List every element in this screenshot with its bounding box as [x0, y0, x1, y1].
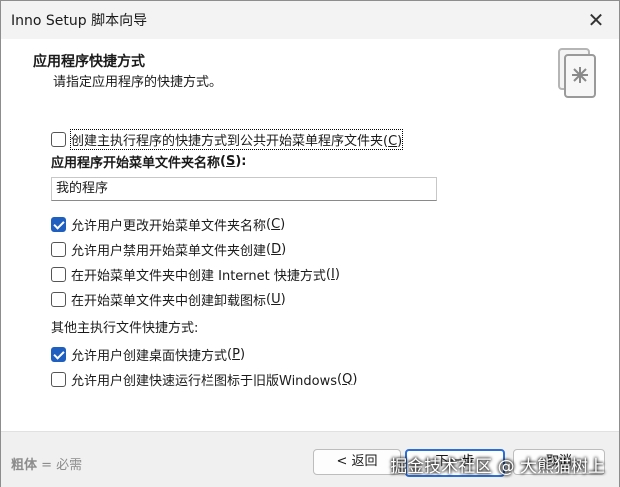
close-icon[interactable]: ✕ — [583, 7, 609, 33]
wizard-window: Inno Setup 脚本向导 ✕ 应用程序快捷方式 请指定应用程序的快捷方式。… — [0, 0, 620, 487]
allow-disable-folder-row[interactable]: 允许用户禁用开始菜单文件夹创建(D) — [51, 239, 286, 259]
desktop-shortcut-row[interactable]: 允许用户创建桌面快捷方式(P) — [51, 344, 245, 364]
title-bar: Inno Setup 脚本向导 ✕ — [1, 1, 619, 39]
quicklaunch-checkbox[interactable] — [51, 371, 66, 387]
wizard-content: 创建主执行程序的快捷方式到公共开始菜单程序文件夹(C) 应用程序开始菜单文件夹名… — [1, 111, 619, 431]
page-title: 应用程序快捷方式 — [33, 54, 145, 70]
wizard-footer: 粗体 = 必需 < 返回 下一步 取消 掘金技术社区 @ 大熊猫树上 — [1, 431, 619, 487]
window-title: Inno Setup 脚本向导 — [11, 13, 148, 29]
public-shortcut-checkbox[interactable] — [51, 131, 66, 147]
page-subtitle: 请指定应用程序的快捷方式。 — [53, 75, 223, 90]
uninstall-icon-row[interactable]: 在开始菜单文件夹中创建卸载图标(U) — [51, 289, 286, 309]
uninstall-icon-checkbox[interactable] — [51, 291, 66, 307]
other-shortcuts-label: 其他主执行文件快捷方式: — [51, 321, 199, 336]
public-shortcut-checkbox-row[interactable]: 创建主执行程序的快捷方式到公共开始菜单程序文件夹(C) — [51, 128, 404, 150]
public-shortcut-label[interactable]: 创建主执行程序的快捷方式到公共开始菜单程序文件夹(C) — [69, 128, 404, 150]
wizard-header: 应用程序快捷方式 请指定应用程序的快捷方式。 — [1, 39, 619, 109]
allow-disable-folder-checkbox[interactable] — [51, 241, 66, 257]
internet-shortcut-row[interactable]: 在开始菜单文件夹中创建 Internet 快捷方式(I) — [51, 264, 340, 284]
desktop-shortcut-checkbox[interactable] — [51, 346, 66, 362]
internet-shortcut-checkbox[interactable] — [51, 266, 66, 282]
required-legend: 粗体 = 必需 — [11, 458, 83, 473]
folder-name-input[interactable]: 我的程序 — [51, 177, 437, 201]
quicklaunch-row[interactable]: 允许用户创建快速运行栏图标于旧版Windows(Q) — [51, 369, 357, 389]
back-button[interactable]: < 返回 — [313, 449, 401, 475]
watermark: 掘金技术社区 @ 大熊猫树上 — [390, 457, 605, 477]
wizard-shortcut-icon — [558, 48, 596, 98]
allow-change-folder-checkbox[interactable] — [51, 216, 66, 232]
allow-change-folder-row[interactable]: 允许用户更改开始菜单文件夹名称(C) — [51, 214, 285, 234]
folder-name-label: 应用程序开始菜单文件夹名称(S): — [51, 153, 247, 171]
